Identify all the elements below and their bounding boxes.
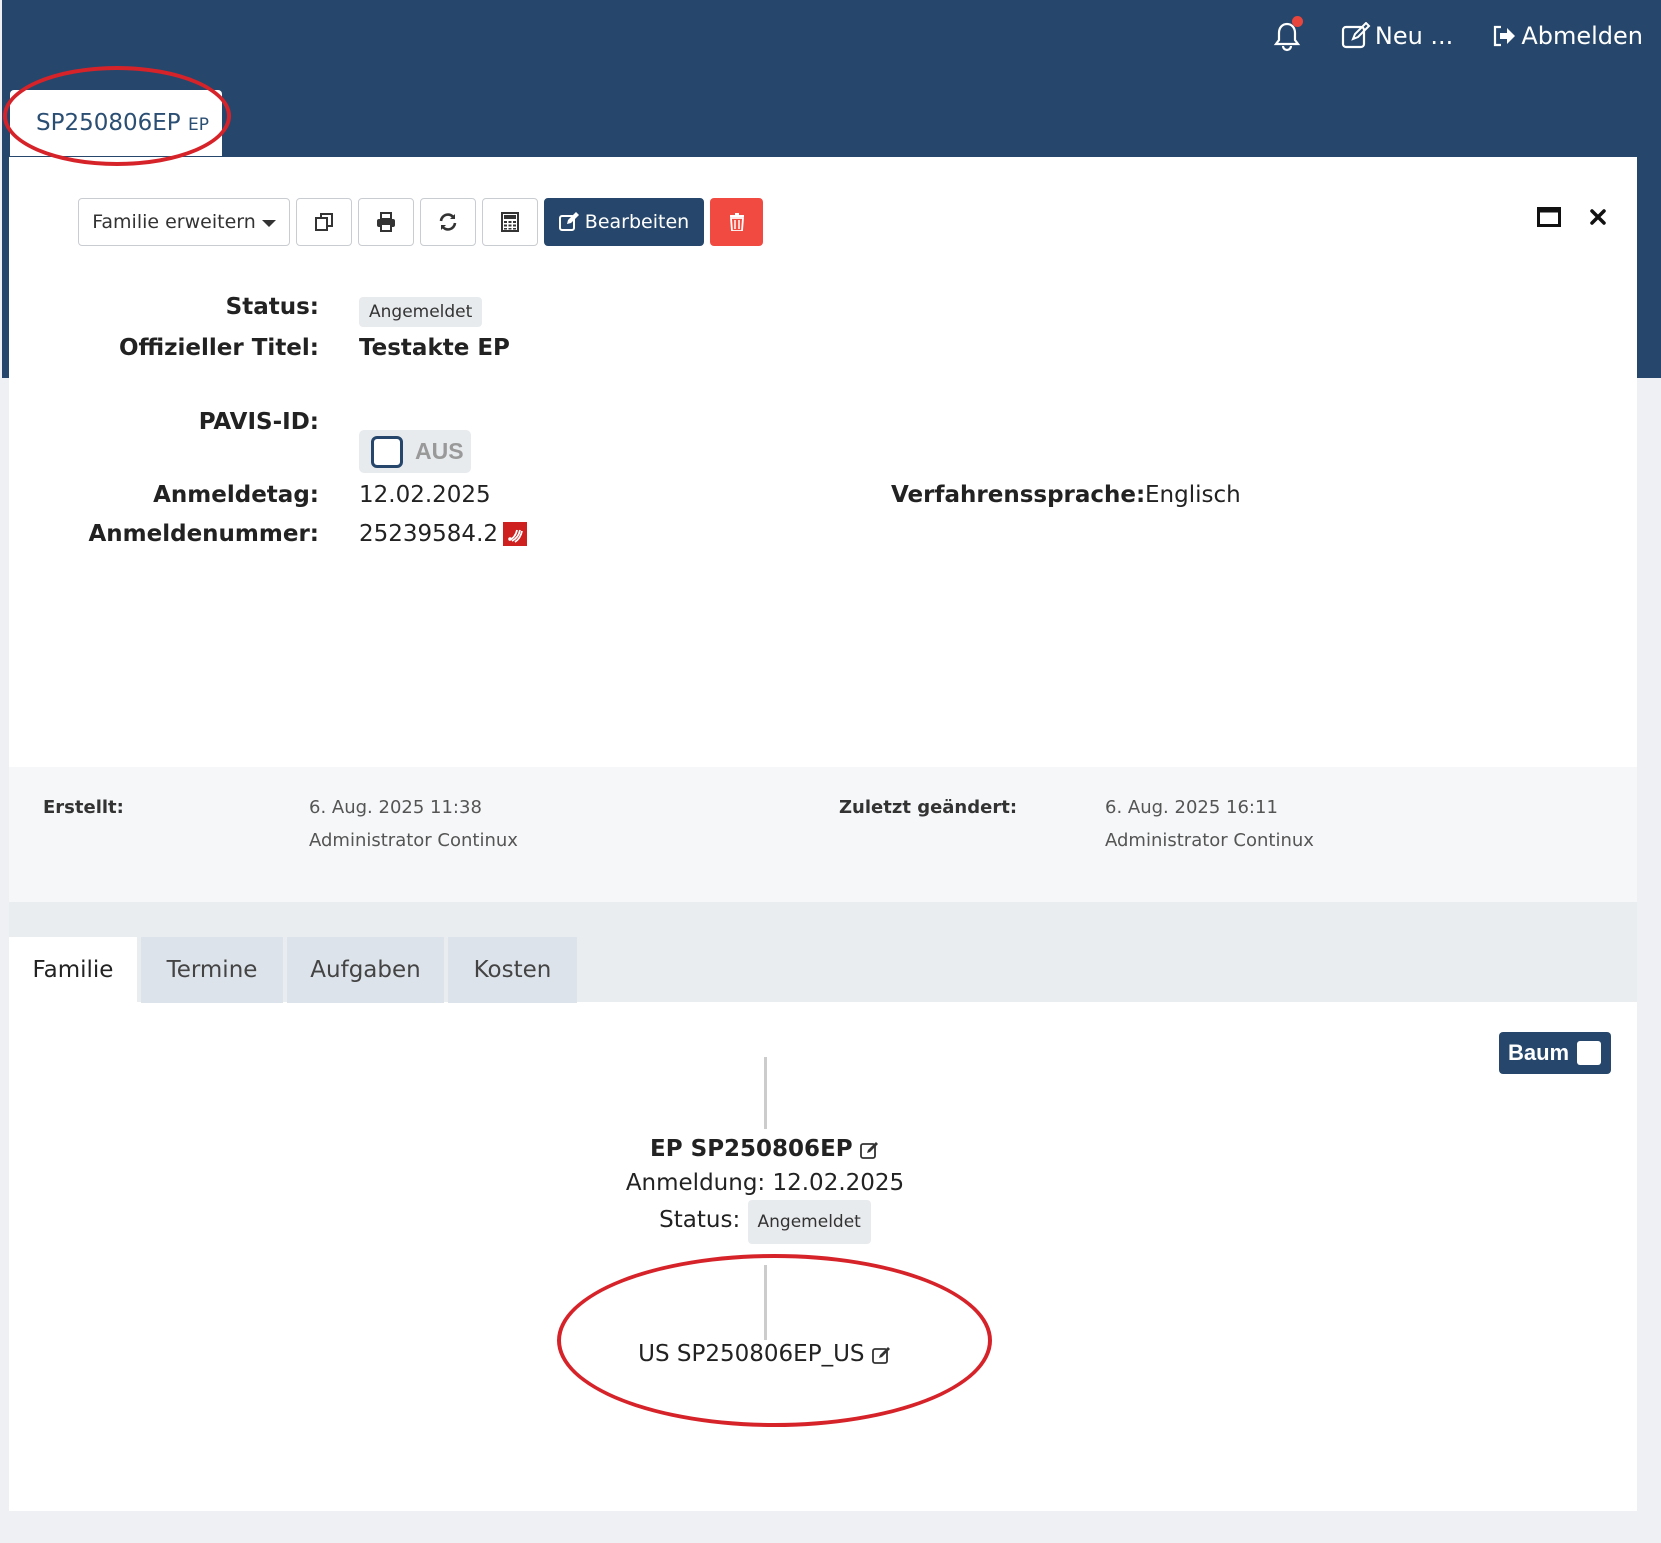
tab-kosten[interactable]: Kosten	[448, 937, 577, 1003]
top-navigation: Neu ... Abmelden	[1271, 16, 1643, 52]
modified-label: Zuletzt geändert:	[839, 797, 1018, 818]
pavis-id-label: PAVIS-ID:	[198, 409, 319, 435]
modified-date: 6. Aug. 2025 16:11	[1105, 797, 1278, 818]
filing-date-value: 12.02.2025	[359, 482, 491, 508]
document-tab-type: EP	[187, 115, 209, 135]
root-node-status-label: Status:	[659, 1207, 741, 1233]
application-number-value: 25239584.2	[359, 521, 499, 547]
document-tab[interactable]: SP250806EP EP	[10, 90, 222, 156]
family-extend-dropdown[interactable]: Familie erweitern	[78, 198, 290, 246]
tree-toggle-label: Baum	[1508, 1040, 1570, 1065]
refresh-button[interactable]	[420, 198, 476, 246]
audit-info: Erstellt: 6. Aug. 2025 11:38 Administrat…	[9, 767, 1637, 902]
status-label: Status:	[225, 294, 319, 320]
logout-button[interactable]: Abmelden	[1491, 22, 1643, 50]
refresh-icon	[439, 213, 457, 231]
delete-button[interactable]	[710, 198, 763, 246]
edit-icon[interactable]	[860, 1141, 880, 1159]
modified-by: Administrator Continux	[1105, 830, 1314, 851]
edit-icon	[1341, 22, 1371, 49]
application-number-label: Anmeldenummer:	[88, 521, 319, 547]
calculator-button[interactable]	[482, 198, 538, 246]
register-link-icon[interactable]	[503, 522, 528, 546]
tree-connector-child	[764, 1265, 767, 1340]
root-node-title[interactable]: EP SP250806EP	[650, 1136, 853, 1162]
notification-dot	[1291, 16, 1303, 27]
family-extend-label: Familie erweitern	[92, 211, 256, 233]
filing-date-label: Anmeldetag:	[153, 482, 319, 508]
toggle-checkbox-icon	[1577, 1041, 1602, 1065]
maximize-icon[interactable]	[1537, 207, 1561, 227]
root-node-status-badge: Angemeldet	[747, 1200, 871, 1244]
root-node-filing: Anmeldung: 12.02.2025	[625, 1170, 905, 1196]
edit-button[interactable]: Bearbeiten	[544, 198, 704, 246]
procedure-language-value: Englisch	[1145, 482, 1241, 508]
trash-icon	[729, 213, 744, 231]
created-date: 6. Aug. 2025 11:38	[309, 797, 482, 818]
official-title-value: Testakte EP	[359, 335, 510, 361]
action-toolbar: Familie erweitern Bearbeiten	[78, 198, 763, 246]
pavis-toggle-state: AUS	[415, 438, 464, 464]
tab-aufgaben[interactable]: Aufgaben	[287, 937, 444, 1003]
detail-card: Familie erweitern Bearbeiten Status: Ang…	[9, 157, 1637, 1511]
calculator-icon	[501, 212, 519, 232]
tab-termine[interactable]: Termine	[141, 937, 283, 1003]
edit-icon[interactable]	[871, 1346, 892, 1364]
logout-icon	[1494, 25, 1516, 47]
edit-icon	[558, 212, 579, 231]
tree-node-root: EP SP250806EP Anmeldung: 12.02.2025 Stat…	[549, 1132, 981, 1244]
edit-label: Bearbeiten	[584, 211, 690, 233]
child-node-title[interactable]: US SP250806EP_US	[638, 1341, 864, 1367]
new-label: Neu ...	[1374, 22, 1454, 50]
logout-label: Abmelden	[1521, 22, 1643, 50]
new-button[interactable]: Neu ...	[1341, 22, 1453, 50]
tree-connector-top	[764, 1057, 767, 1129]
close-icon[interactable]	[1589, 208, 1607, 226]
created-by: Administrator Continux	[309, 830, 518, 851]
print-icon	[377, 212, 395, 232]
tab-bar: Familie Termine Aufgaben Kosten	[9, 902, 1637, 1003]
print-button[interactable]	[358, 198, 414, 246]
created-label: Erstellt:	[43, 797, 124, 818]
notifications-bell-icon[interactable]	[1271, 16, 1303, 52]
checkbox-icon	[371, 435, 403, 468]
caret-down-icon	[261, 220, 276, 227]
official-title-label: Offizieller Titel:	[118, 335, 319, 361]
tab-familie[interactable]: Familie	[9, 937, 137, 1003]
procedure-language-label: Verfahrenssprache:	[891, 482, 1146, 508]
document-tab-id: SP250806EP	[36, 110, 181, 136]
tree-view-toggle[interactable]: Baum	[1499, 1032, 1611, 1074]
status-badge: Angemeldet	[359, 297, 483, 327]
copy-button[interactable]	[296, 198, 352, 246]
window-controls	[1537, 207, 1607, 227]
pavis-id-toggle[interactable]: AUS	[359, 430, 471, 473]
copy-icon	[315, 213, 333, 231]
tree-node-child: US SP250806EP_US	[549, 1337, 981, 1371]
